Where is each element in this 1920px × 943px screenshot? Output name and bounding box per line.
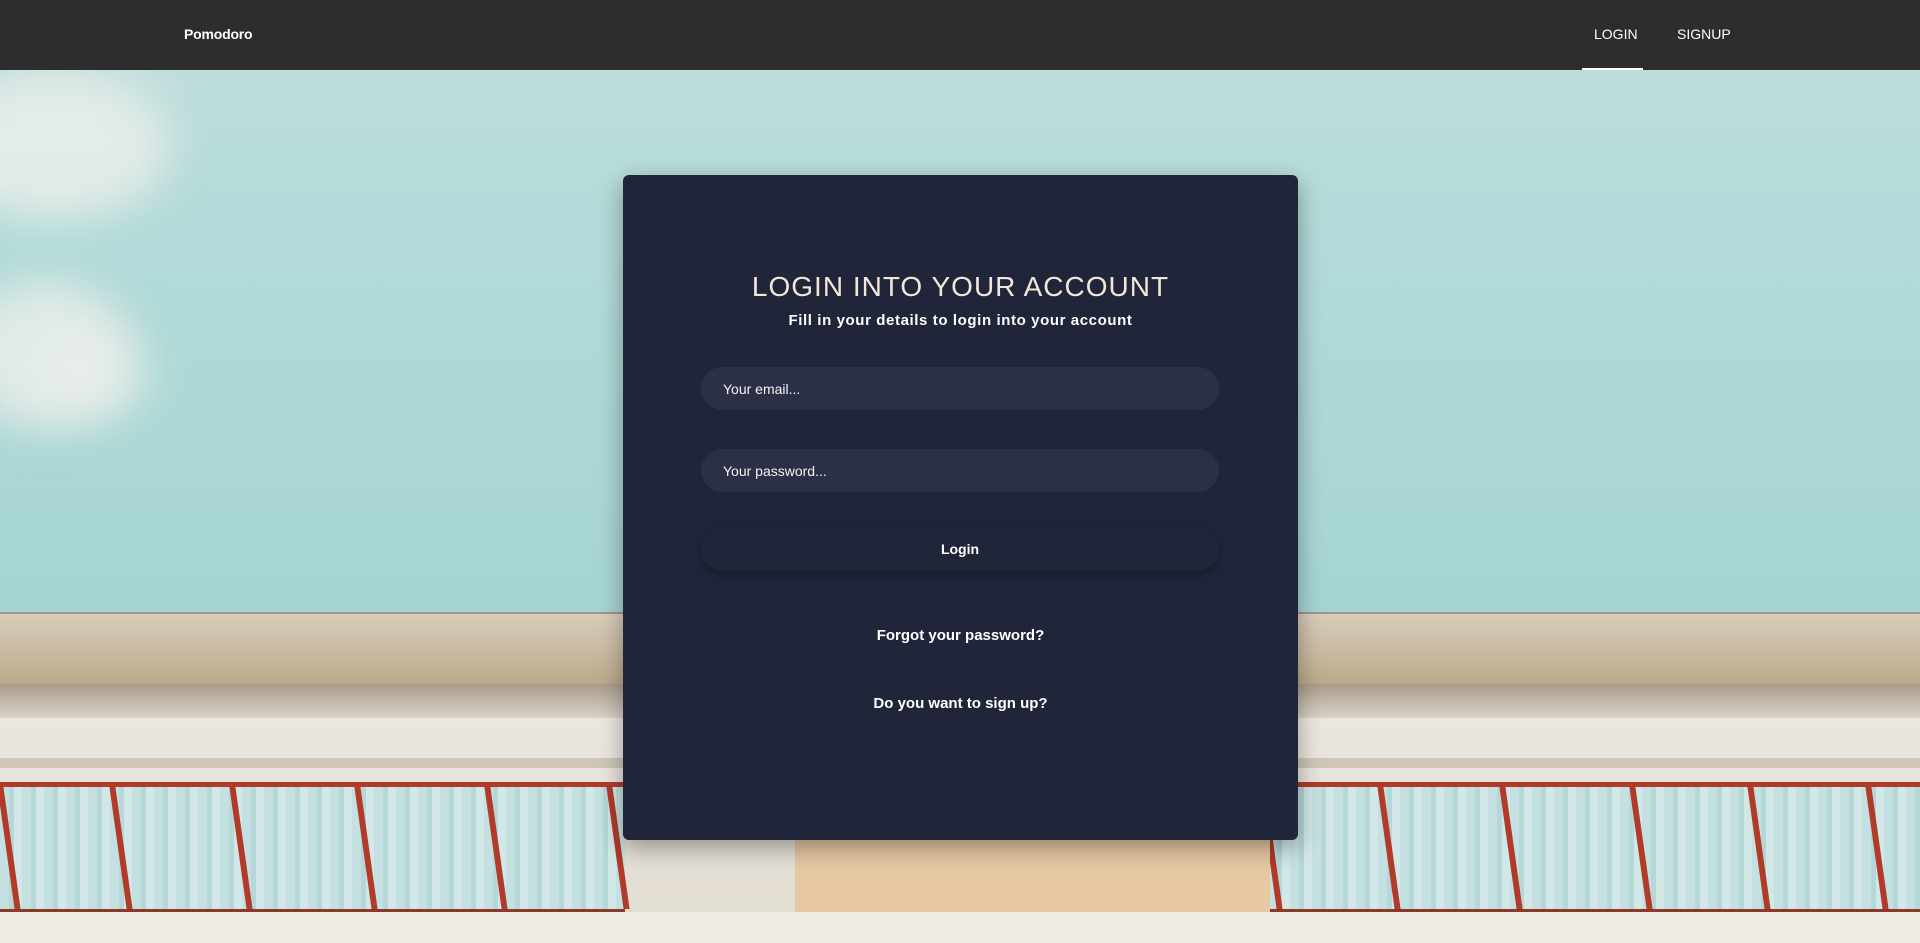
login-button[interactable]: Login <box>701 527 1219 571</box>
nav-login-link[interactable]: LOGIN <box>1582 0 1643 70</box>
page-title: LOGIN INTO YOUR ACCOUNT <box>751 271 1170 302</box>
signup-link[interactable]: Do you want to sign up? <box>623 695 1298 712</box>
nav-signup-link[interactable]: SIGNUP <box>1665 0 1735 70</box>
brand-logo[interactable]: Pomodoro <box>184 26 253 42</box>
window-row-left <box>0 782 630 912</box>
login-card: LOGIN INTO YOUR ACCOUNT Fill in your det… <box>623 175 1298 840</box>
navbar: Pomodoro LOGIN SIGNUP <box>0 0 1920 70</box>
floor <box>0 912 1920 943</box>
cloud <box>40 330 150 420</box>
forgot-password-link[interactable]: Forgot your password? <box>623 627 1298 644</box>
email-field[interactable] <box>701 367 1219 410</box>
window-row-right <box>1259 782 1920 912</box>
page-subtitle: Fill in your details to login into your … <box>788 312 1133 329</box>
password-field[interactable] <box>701 449 1219 492</box>
